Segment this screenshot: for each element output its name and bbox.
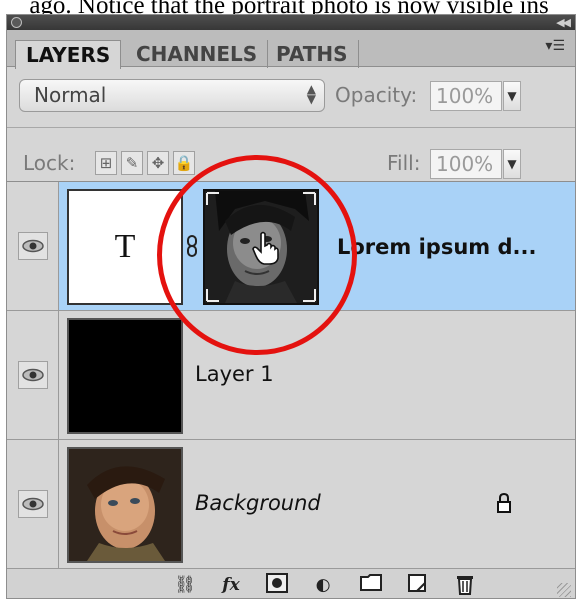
- new-layer-icon[interactable]: [405, 573, 429, 597]
- select-arrows-icon: ▲ ▼: [306, 82, 316, 106]
- eye-icon[interactable]: [18, 232, 48, 260]
- layer-row-background[interactable]: Background: [7, 440, 575, 569]
- tab-paths[interactable]: PATHS: [266, 40, 359, 68]
- lock-position-icon[interactable]: ✥: [147, 151, 169, 175]
- add-mask-icon[interactable]: [265, 573, 289, 597]
- layers-list: T Lorem ipsum d... Layer 1 Background: [7, 181, 575, 569]
- link-layers-icon[interactable]: ⛓: [173, 573, 197, 597]
- layer-name[interactable]: Layer 1: [195, 359, 274, 389]
- resize-grip-icon[interactable]: [557, 583, 571, 597]
- layers-bottom-toolbar: ⛓ fx ◐: [7, 568, 575, 598]
- adjustment-layer-icon[interactable]: ◐: [311, 573, 335, 597]
- tab-layers[interactable]: LAYERS: [15, 40, 122, 69]
- panel-menu-icon[interactable]: ▾☰: [545, 38, 565, 54]
- fill-field[interactable]: 100%: [430, 149, 502, 179]
- layer-name[interactable]: Lorem ipsum d...: [337, 232, 536, 262]
- new-group-icon[interactable]: [359, 573, 383, 597]
- fill-label: Fill:: [387, 151, 421, 175]
- eye-icon[interactable]: [18, 490, 48, 518]
- visibility-cell: [7, 440, 59, 568]
- opacity-label: Opacity:: [335, 83, 418, 107]
- visibility-cell: [7, 311, 59, 439]
- collapse-icon[interactable]: ◀◀: [556, 15, 571, 30]
- chain-link-icon[interactable]: [185, 234, 199, 258]
- layer-row-text[interactable]: T Lorem ipsum d...: [7, 182, 575, 311]
- visibility-cell: [7, 182, 59, 310]
- opacity-dropdown-icon[interactable]: ▼: [503, 81, 521, 111]
- layer-1-thumbnail[interactable]: [67, 318, 183, 434]
- fx-icon[interactable]: fx: [219, 573, 243, 597]
- lock-icon: [495, 492, 513, 514]
- blend-mode-select[interactable]: Normal ▲ ▼: [19, 79, 325, 112]
- layer-row-layer-1[interactable]: Layer 1: [7, 311, 575, 440]
- lock-image-icon[interactable]: ✎: [121, 151, 143, 175]
- close-icon[interactable]: [11, 17, 22, 28]
- hand-cursor-icon: [251, 230, 281, 266]
- lock-label: Lock:: [23, 151, 76, 175]
- background-thumbnail[interactable]: [67, 447, 183, 563]
- divider: [7, 127, 575, 128]
- eye-icon[interactable]: [18, 361, 48, 389]
- layers-panel: ◀◀ LAYERS CHANNELS PATHS ▾☰ Normal ▲ ▼ Op…: [6, 14, 576, 599]
- lock-transparent-icon[interactable]: ⊞: [95, 151, 117, 175]
- blend-mode-value: Normal: [34, 83, 107, 107]
- panel-tabbar: LAYERS CHANNELS PATHS ▾☰: [7, 30, 575, 69]
- text-layer-thumbnail[interactable]: T: [67, 189, 183, 305]
- layer-name[interactable]: Background: [195, 488, 321, 518]
- panel-titlebar: ◀◀: [7, 15, 575, 30]
- lock-all-icon[interactable]: 🔒: [173, 151, 195, 175]
- fill-dropdown-icon[interactable]: ▼: [503, 149, 521, 179]
- tab-channels[interactable]: CHANNELS: [126, 40, 269, 68]
- trash-icon[interactable]: [453, 573, 477, 597]
- opacity-field[interactable]: 100%: [430, 81, 502, 111]
